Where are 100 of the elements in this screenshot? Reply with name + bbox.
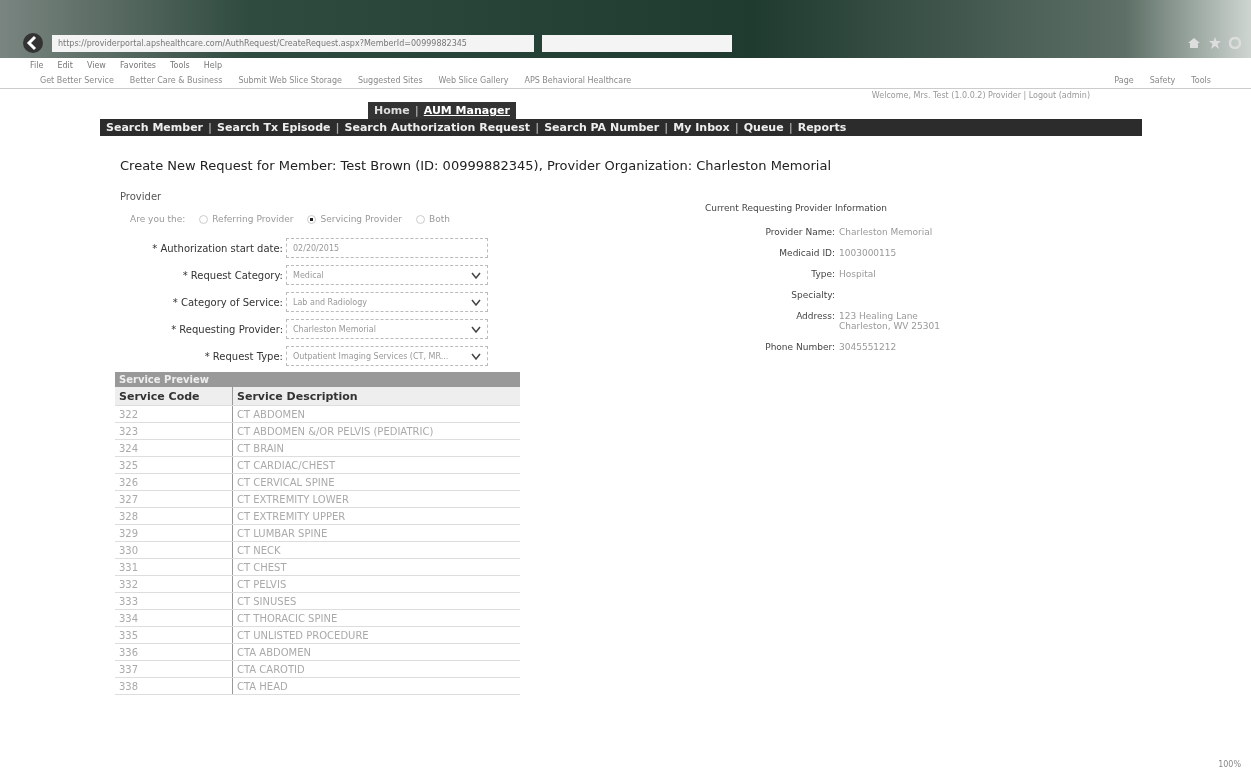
- nav-link[interactable]: Search Tx Episode: [217, 121, 331, 134]
- star-icon[interactable]: [1209, 37, 1221, 49]
- command-button[interactable]: Safety: [1149, 76, 1176, 85]
- date-field[interactable]: 02/20/2015: [286, 238, 488, 258]
- table-cell: 334: [115, 610, 233, 626]
- chevron-icon: [471, 271, 481, 279]
- radio-button[interactable]: [307, 214, 317, 224]
- nav-link[interactable]: Search Authorization Request: [344, 121, 531, 134]
- separator: |: [664, 121, 669, 134]
- separator: |: [208, 121, 213, 134]
- nav-link[interactable]: Search PA Number: [544, 121, 660, 134]
- dropdown[interactable]: Lab and Radiology: [286, 292, 488, 312]
- favorite-link[interactable]: Get Better Service: [40, 76, 114, 85]
- back-button[interactable]: [22, 32, 44, 54]
- table-cell: 328: [115, 508, 233, 524]
- table-cell-text: CT PELVIS: [236, 578, 288, 590]
- table-cell: 338: [115, 678, 233, 694]
- chevron-icon: [471, 325, 481, 333]
- menu-item[interactable]: Help: [203, 61, 222, 70]
- table-cell-text: CTA ABDOMEN: [236, 646, 313, 658]
- user-info: Welcome, Mrs. Test (1.0.0.2) Provider | Logout (admin): [870, 90, 1090, 102]
- table-cell-text: CT CARDIAC/CHEST: [236, 459, 336, 471]
- radio-option[interactable]: Referring Provider: [199, 214, 294, 224]
- info-label: Address:: [795, 311, 835, 323]
- menu-item[interactable]: Favorites: [119, 61, 156, 70]
- address-field[interactable]: https://providerportal.apshealthcare.com/AuthRequest/CreateRequest.aspx?MemberId=00999882345: [52, 35, 534, 52]
- nav-link[interactable]: Search Member: [106, 121, 204, 134]
- column-header: Service Description: [236, 389, 359, 403]
- field-label: * Request Type:: [203, 350, 283, 362]
- table-cell-text: CT NECK: [236, 544, 282, 556]
- nav-link[interactable]: Queue: [743, 121, 784, 134]
- info-label: Specialty:: [790, 290, 835, 300]
- separator: |: [788, 121, 793, 134]
- favorite-link[interactable]: Suggested Sites: [357, 76, 423, 85]
- info-label: Phone Number:: [764, 342, 835, 352]
- table-cell-text: CT LUMBAR SPINE: [236, 527, 329, 539]
- column-header: Service Code: [115, 387, 233, 405]
- favorite-link[interactable]: Submit Web Slice Storage: [238, 76, 342, 85]
- command-button[interactable]: Tools: [1191, 76, 1211, 85]
- table-cell-text: CT EXTREMITY UPPER: [236, 510, 347, 522]
- info-label: Medicaid ID:: [778, 248, 835, 258]
- field-label: * Authorization start date:: [151, 242, 283, 254]
- table-cell: 337: [115, 661, 233, 677]
- top-tab[interactable]: AUM Manager: [423, 104, 510, 117]
- zoom-level[interactable]: 100%: [1218, 760, 1241, 769]
- info-value: 3045551212: [839, 342, 898, 352]
- section-heading: Current Requesting Provider Information: [705, 203, 888, 213]
- separator: |: [734, 121, 739, 134]
- table-cell: 330: [115, 542, 233, 558]
- favorite-link[interactable]: Better Care & Business: [129, 76, 223, 85]
- separator: |: [414, 104, 419, 117]
- command-button[interactable]: Page: [1114, 76, 1134, 85]
- table-cell-text: CT ABDOMEN: [236, 408, 306, 420]
- table-title: Service Preview: [115, 372, 520, 387]
- section-heading: Provider: [120, 191, 163, 202]
- nav-link[interactable]: My Inbox: [673, 121, 730, 134]
- table-cell: 335: [115, 627, 233, 643]
- menu-item[interactable]: View: [86, 61, 106, 70]
- settings-icon[interactable]: [1229, 37, 1241, 49]
- favorite-link[interactable]: APS Behavioral Healthcare: [524, 76, 632, 85]
- home-icon[interactable]: [1187, 37, 1201, 49]
- table-cell: 332: [115, 576, 233, 592]
- table-cell-text: CT THORACIC SPINE: [236, 612, 339, 624]
- table-cell: 336: [115, 644, 233, 660]
- dropdown[interactable]: Outpatient Imaging Services (CT, MR...: [286, 346, 488, 366]
- field-label: * Category of Service:: [171, 296, 283, 308]
- table-cell-text: CT ABDOMEN &/OR PELVIS (PEDIATRIC): [236, 425, 435, 437]
- table-cell-text: CT SINUSES: [236, 595, 298, 607]
- menu-item[interactable]: File: [30, 61, 44, 70]
- table-cell: 326: [115, 474, 233, 490]
- field-label: * Requesting Provider:: [170, 323, 283, 335]
- field-label: * Request Category:: [181, 269, 283, 281]
- favorite-link[interactable]: Web Slice Gallery: [438, 76, 509, 85]
- radio-option[interactable]: Both: [416, 214, 450, 224]
- info-value: Charleston Memorial: [839, 227, 934, 237]
- table-cell: 322: [115, 406, 233, 422]
- table-cell-text: CTA HEAD: [236, 680, 289, 692]
- radio-option[interactable]: Servicing Provider: [307, 214, 402, 224]
- chevron-icon: [471, 298, 481, 306]
- table-cell: 329: [115, 525, 233, 541]
- dropdown[interactable]: Medical: [286, 265, 488, 285]
- nav-link[interactable]: Reports: [797, 121, 847, 134]
- table-cell-text: CTA CAROTID: [236, 663, 306, 675]
- page-title: Create New Request for Member: Test Brown (ID: 00999882345), Provider Organization: Charleston Memorial: [120, 158, 832, 173]
- top-tab[interactable]: Home: [374, 104, 410, 117]
- browser-tab[interactable]: [542, 35, 732, 52]
- table-cell-text: CT UNLISTED PROCEDURE: [236, 629, 370, 641]
- table-cell: 327: [115, 491, 233, 507]
- chevron-icon: [471, 352, 481, 360]
- table-cell-text: CT EXTREMITY LOWER: [236, 493, 350, 505]
- menu-item[interactable]: Tools: [170, 61, 190, 70]
- info-value: 1003000115: [839, 248, 898, 258]
- dropdown[interactable]: Charleston Memorial: [286, 319, 488, 339]
- table-cell-text: CT CHEST: [236, 561, 288, 573]
- info-value: Hospital: [839, 269, 877, 279]
- separator: |: [335, 121, 340, 134]
- info-value: Charleston, WV 25301: [839, 321, 941, 331]
- menu-item[interactable]: Edit: [57, 61, 73, 70]
- table-cell-text: CT CERVICAL SPINE: [236, 476, 336, 488]
- table-cell: 331: [115, 559, 233, 575]
